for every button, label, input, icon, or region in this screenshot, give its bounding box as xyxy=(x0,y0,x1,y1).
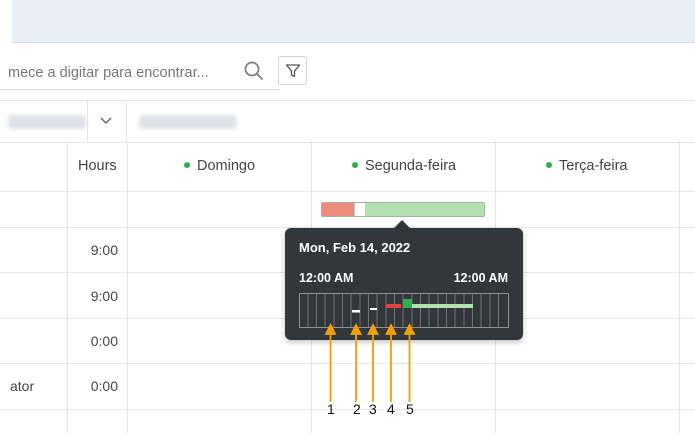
day-label: Segunda-feira xyxy=(365,158,457,174)
select-divider xyxy=(126,101,127,142)
day-label: Terça-feira xyxy=(559,158,628,174)
filter-icon xyxy=(285,64,301,78)
hours-value: 9:00 xyxy=(90,288,118,304)
callout-number: 5 xyxy=(406,401,414,417)
callout-arrows xyxy=(324,322,416,402)
row-divider xyxy=(0,191,695,192)
active-green-block xyxy=(403,299,412,308)
usage-segment-red xyxy=(322,203,355,216)
tooltip-end-time: 12:00 AM xyxy=(453,271,508,285)
hours-value: 0:00 xyxy=(90,333,118,349)
activity-usage-bar[interactable] xyxy=(321,202,485,217)
redacted-select-value xyxy=(8,115,86,129)
usage-segment-idle xyxy=(354,203,366,216)
row-label: ator xyxy=(10,378,35,394)
callout-number: 1 xyxy=(327,401,335,417)
column-header-hours: Hours xyxy=(78,158,117,174)
filter-button[interactable] xyxy=(278,56,307,85)
column-divider xyxy=(67,142,68,433)
active-red-block xyxy=(386,304,401,308)
day-label: Domingo xyxy=(197,158,256,174)
column-header-day[interactable]: Terça-feira xyxy=(546,158,628,174)
callout-number: 3 xyxy=(369,401,377,417)
row-divider xyxy=(0,409,695,410)
column-header-day[interactable]: Domingo xyxy=(184,158,255,174)
light-green-strip xyxy=(412,304,473,308)
search-input[interactable] xyxy=(0,57,280,90)
column-header-day[interactable]: Segunda-feira xyxy=(352,158,456,174)
tooltip-date: Mon, Feb 14, 2022 xyxy=(299,240,411,255)
hours-value: 9:00 xyxy=(90,242,118,258)
callout-number: 2 xyxy=(353,401,361,417)
search-icon[interactable] xyxy=(243,60,265,82)
column-divider xyxy=(679,142,680,433)
status-dot xyxy=(546,162,552,169)
chevron-down-icon[interactable] xyxy=(99,113,113,132)
select-divider xyxy=(87,101,88,142)
status-dot xyxy=(184,162,190,169)
status-dot xyxy=(352,162,358,169)
callout-number: 4 xyxy=(387,401,395,417)
tooltip-start-time: 12:00 AM xyxy=(299,271,354,285)
hours-value: 0:00 xyxy=(90,378,118,394)
idle-marker xyxy=(370,308,377,310)
app-header-strip xyxy=(0,0,695,43)
redacted-date-range xyxy=(139,115,237,129)
usage-segment-green xyxy=(365,203,484,216)
column-divider xyxy=(127,142,128,433)
idle-marker xyxy=(352,310,360,313)
